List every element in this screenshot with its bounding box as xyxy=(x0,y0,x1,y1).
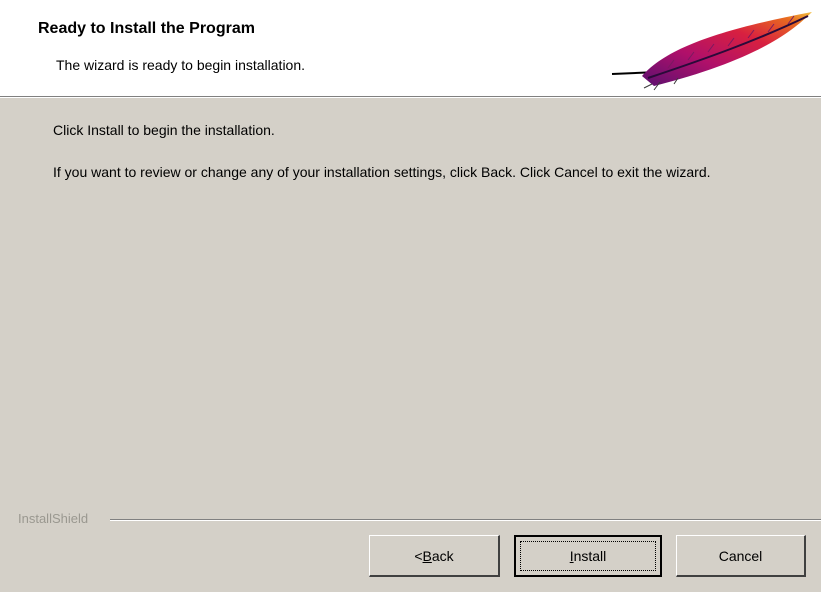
instruction-text: Click Install to begin the installation. xyxy=(53,122,275,138)
review-settings-text: If you want to review or change any of y… xyxy=(53,164,711,180)
back-button[interactable]: < Back xyxy=(369,535,500,577)
feather-icon xyxy=(611,12,812,91)
header-banner: Ready to Install the Program The wizard … xyxy=(0,0,821,96)
install-button[interactable]: Install xyxy=(514,535,662,577)
installshield-brand: InstallShield xyxy=(18,511,95,526)
page-subtitle: The wizard is ready to begin installatio… xyxy=(56,57,306,73)
page-title: Ready to Install the Program xyxy=(38,20,255,37)
cancel-button[interactable]: Cancel xyxy=(676,535,806,577)
